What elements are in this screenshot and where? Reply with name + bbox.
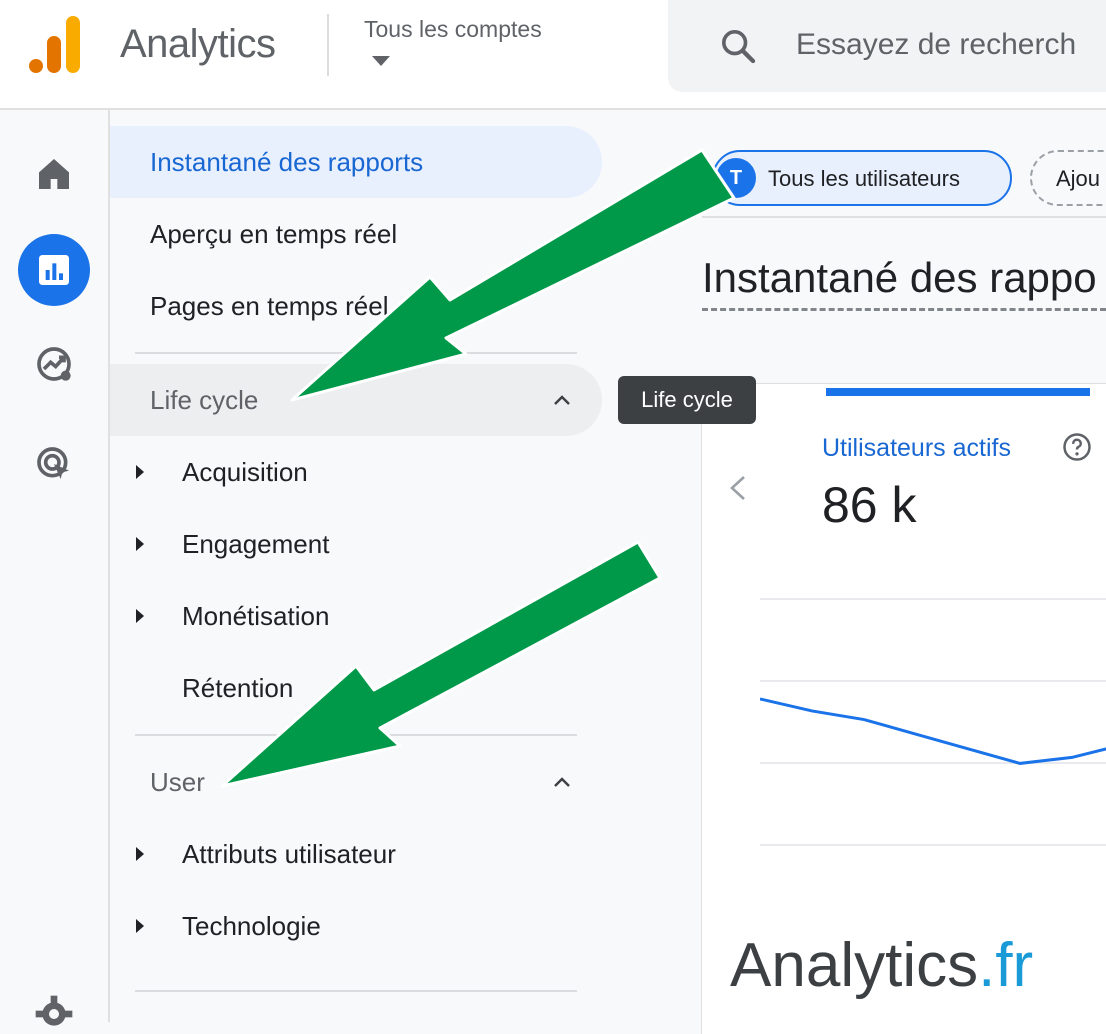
search-icon [722,30,756,64]
nav-item-label: Attributs utilisateur [182,838,396,869]
page-title-underline [702,308,1106,311]
home-icon [39,159,69,189]
expand-arrow-icon[interactable] [136,847,144,861]
nav-item-retention[interactable]: Rétention [110,652,602,724]
expand-arrow-icon[interactable] [136,465,144,479]
watermark: Analytics.fr [730,930,1033,1001]
rail-reports-button[interactable] [18,234,90,306]
section-title: Life cycle [150,384,259,415]
section-title: User [150,766,205,797]
nav-item-monetization[interactable]: Monétisation [110,580,602,652]
add-comparison-chip[interactable]: Ajou [1030,150,1106,206]
app-title: Analytics [120,22,276,66]
account-selector-label[interactable]: Tous les comptes [364,16,542,43]
left-rail [0,110,110,1022]
expand-arrow-icon[interactable] [136,919,144,933]
nav-item-acquisition[interactable]: Acquisition [110,436,602,508]
watermark-accent: .fr [978,931,1034,1000]
report-navigation: Instantané des rapports Aperçu en temps … [110,110,700,1022]
rail-advertising-button[interactable] [18,428,90,500]
rail-explore-button[interactable] [18,328,90,400]
caret-down-icon[interactable] [372,56,390,66]
nav-item-label: Rétention [182,672,294,703]
series-line [760,697,1106,765]
nav-item-user-attributes[interactable]: Attributs utilisateur [110,818,602,890]
watermark-text: Analytics [730,931,979,1000]
search-input[interactable]: Essayez de recherch [796,28,1076,62]
nav-item-engagement[interactable]: Engagement [110,508,602,580]
nav-item-technology[interactable]: Technologie [110,890,602,962]
nav-item-realtime-pages[interactable]: Pages en temps réel [110,270,602,342]
section-life-cycle[interactable]: Life cycle [110,364,602,436]
add-comparison-label: Ajou [1056,166,1101,191]
tooltip: Life cycle [618,376,756,424]
nav-item-realtime-overview[interactable]: Aperçu en temps réel [110,198,602,270]
nav-divider [135,990,577,992]
gear-icon[interactable] [34,994,74,1034]
main-divider [702,216,1106,218]
analytics-logo-icon[interactable] [28,16,82,74]
rail-home-button[interactable] [18,138,90,210]
nav-item-label: Instantané des rapports [150,146,424,177]
nav-divider [135,352,577,354]
help-icon[interactable] [1062,432,1092,462]
chevron-up-icon[interactable] [550,770,574,794]
metric-label[interactable]: Utilisateurs actifs [822,434,1011,463]
expand-arrow-icon[interactable] [136,537,144,551]
nav-item-label: Pages en temps réel [150,290,389,321]
section-user[interactable]: User [110,746,602,818]
metric-value: 86 k [822,477,917,533]
page-title: Instantané des rappo [702,254,1097,301]
chevron-left-icon[interactable] [726,474,750,502]
nav-item-label: Aperçu en temps réel [150,218,398,249]
nav-divider [135,734,577,736]
header-divider [327,14,329,76]
expand-arrow-icon[interactable] [136,609,144,623]
segment-chip-label: Tous les utilisateurs [768,166,960,191]
search-bar[interactable]: Essayez de recherch [668,0,1106,92]
chevron-up-icon[interactable] [550,388,574,412]
advertising-icon [37,447,69,479]
segment-chip-all-users[interactable]: T Tous les utilisateurs [712,150,1012,206]
active-metric-tab-indicator [826,388,1090,396]
active-users-line-chart [760,697,1106,765]
nav-item-reports-snapshot[interactable]: Instantané des rapports [110,126,602,198]
segment-avatar: T [716,158,756,198]
top-app-bar: Analytics Tous les comptes Essayez de re… [0,0,1106,110]
explore-icon [37,347,71,381]
reports-icon [39,255,69,285]
